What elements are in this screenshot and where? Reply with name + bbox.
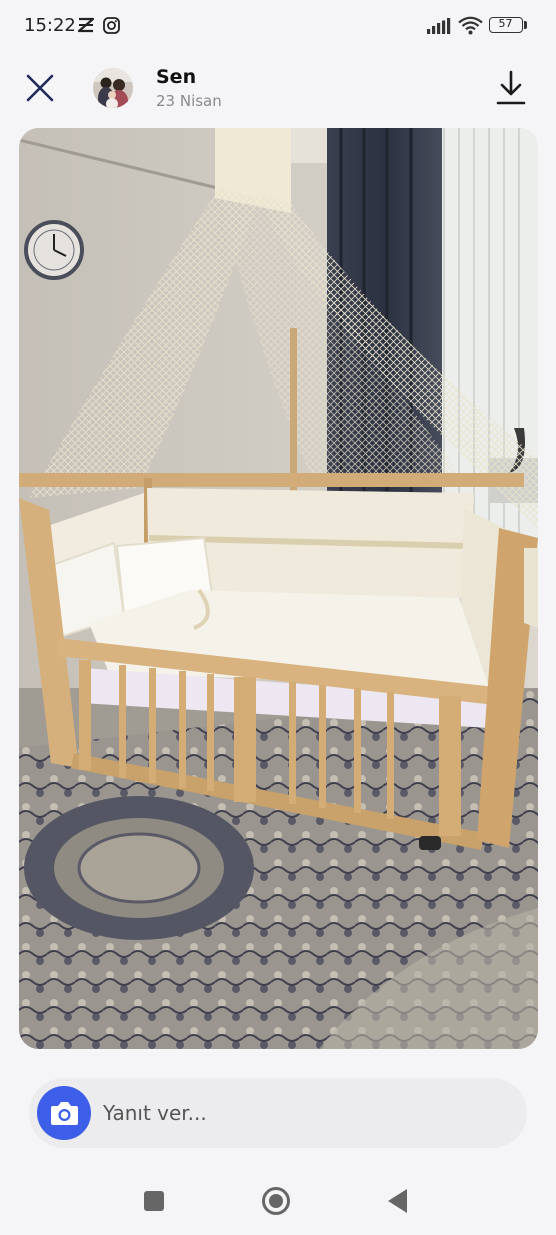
status-time: 15:22 bbox=[24, 15, 76, 36]
story-user-name[interactable]: Sen bbox=[156, 66, 196, 88]
home-button[interactable] bbox=[258, 1185, 294, 1217]
status-bar: 15:22 57 bbox=[0, 0, 556, 52]
avatar[interactable] bbox=[93, 68, 133, 108]
close-icon[interactable] bbox=[22, 70, 58, 106]
battery-level: 57 bbox=[498, 17, 513, 30]
download-icon[interactable] bbox=[492, 68, 530, 108]
reply-input[interactable] bbox=[103, 1092, 503, 1134]
back-button[interactable] bbox=[380, 1185, 416, 1217]
system-nav-bar bbox=[0, 1170, 556, 1230]
instagram-icon bbox=[103, 17, 120, 34]
camera-button[interactable] bbox=[37, 1086, 91, 1140]
camera-icon bbox=[51, 1102, 78, 1125]
battery-cap bbox=[524, 21, 527, 29]
signal-icon bbox=[427, 18, 451, 34]
story-photo bbox=[19, 128, 538, 1049]
capcut-icon bbox=[77, 17, 95, 33]
reply-bar bbox=[29, 1078, 527, 1148]
story-header: Sen 23 Nisan bbox=[0, 60, 556, 120]
battery-icon: 57 bbox=[489, 17, 523, 33]
wifi-icon bbox=[458, 16, 483, 35]
story-date: 23 Nisan bbox=[156, 92, 222, 110]
recents-button[interactable] bbox=[136, 1185, 172, 1217]
